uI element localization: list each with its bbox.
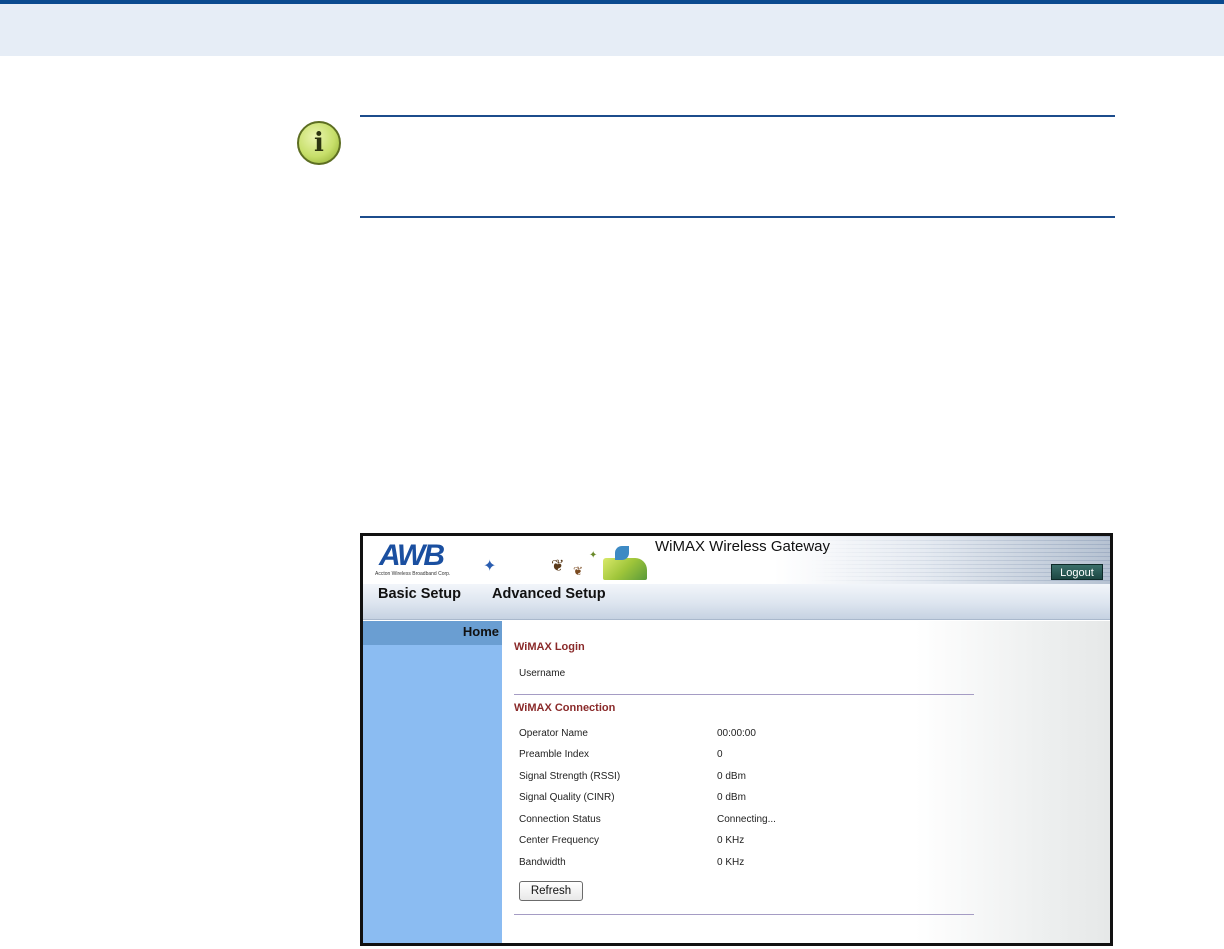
app-banner: AWB Accton Wireless Broadband Corp. ✦ ❦ … <box>363 536 1110 584</box>
row-value-signal-strength: 0 dBm <box>717 771 746 782</box>
menu-basic-setup[interactable]: Basic Setup <box>378 586 461 602</box>
document-header-band <box>0 0 1224 56</box>
butterfly-icon: ✦ <box>483 558 497 575</box>
main-content: WiMAX Login Username WiMAX Connection Op… <box>502 621 1110 943</box>
row-value-signal-quality: 0 dBm <box>717 792 746 803</box>
row-value-preamble-index: 0 <box>717 749 723 760</box>
row-label-connection-status: Connection Status <box>519 814 601 825</box>
info-icon: i <box>297 121 341 165</box>
gateway-screenshot-frame: AWB Accton Wireless Broadband Corp. ✦ ❦ … <box>360 533 1113 946</box>
sidebar: Home <box>363 621 502 943</box>
butterfly-icon: ❦ <box>573 564 584 578</box>
leaf-artwork <box>615 546 629 560</box>
logout-button[interactable]: Logout <box>1051 564 1103 580</box>
row-label-bandwidth: Bandwidth <box>519 857 566 868</box>
refresh-button[interactable]: Refresh <box>519 881 583 901</box>
butterfly-icon: ❦ <box>551 558 565 575</box>
app-title: WiMAX Wireless Gateway <box>655 538 831 555</box>
sidebar-item-label[interactable]: Home <box>463 624 499 639</box>
note-bottom-rule <box>360 216 1115 218</box>
row-label-signal-quality: Signal Quality (CINR) <box>519 792 615 803</box>
note-top-rule <box>360 115 1115 117</box>
company-logo: AWB Accton Wireless Broadband Corp. <box>373 540 473 580</box>
butterfly-icon: ✦ <box>589 550 598 561</box>
top-menu-bar: Basic Setup Advanced Setup <box>363 584 1110 620</box>
logo-mark: AWB <box>379 539 445 572</box>
logo-subtext: Accton Wireless Broadband Corp. <box>375 571 451 577</box>
row-label-center-frequency: Center Frequency <box>519 835 600 846</box>
row-value-operator-name: 00:00:00 <box>717 728 756 739</box>
row-label-operator-name: Operator Name <box>519 728 588 739</box>
section-divider <box>514 694 974 695</box>
row-value-center-frequency: 0 KHz <box>717 835 745 846</box>
row-label-username: Username <box>519 668 566 679</box>
section-title-wimax-connection: WiMAX Connection <box>514 702 616 714</box>
plant-artwork <box>603 558 647 580</box>
section-title-wimax-login: WiMAX Login <box>514 641 585 653</box>
section-divider <box>514 914 974 915</box>
menu-advanced-setup[interactable]: Advanced Setup <box>492 586 606 602</box>
row-label-preamble-index: Preamble Index <box>519 749 590 760</box>
row-value-bandwidth: 0 KHz <box>717 857 745 868</box>
row-label-signal-strength: Signal Strength (RSSI) <box>519 771 621 782</box>
sidebar-item-home[interactable]: Home <box>363 621 502 645</box>
banner-artwork: ❦ ❦ ✦ <box>545 544 651 582</box>
row-value-connection-status: Connecting... <box>717 814 776 825</box>
